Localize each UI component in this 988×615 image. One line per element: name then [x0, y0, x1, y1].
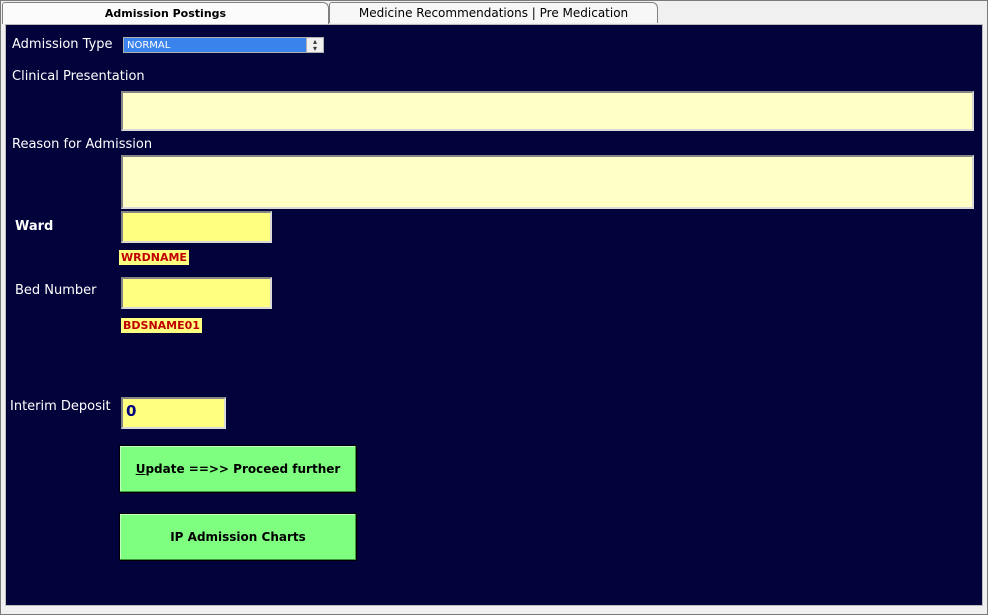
- reason-for-admission-field[interactable]: [121, 155, 974, 209]
- interim-deposit-field[interactable]: 0: [121, 397, 226, 429]
- bed-number-label: Bed Number: [15, 283, 97, 298]
- interim-deposit-value: 0: [126, 402, 137, 420]
- ward-name-tag: WRDNAME: [119, 250, 189, 265]
- update-button-label: pdate ==>> Proceed further: [145, 462, 341, 476]
- admission-type-label: Admission Type: [12, 37, 113, 52]
- bed-name-tag: BDSNAME01: [121, 318, 202, 333]
- bed-number-field[interactable]: [121, 277, 272, 309]
- tab-admission-postings[interactable]: Admission Postings: [2, 2, 329, 24]
- admission-type-value: NORMAL: [127, 40, 171, 51]
- admission-window: Admission Postings Medicine Recommendati…: [0, 0, 988, 615]
- clinical-presentation-field[interactable]: [121, 91, 974, 131]
- interim-deposit-label: Interim Deposit: [10, 399, 111, 414]
- update-hotkey: U: [135, 462, 146, 476]
- ward-field[interactable]: [121, 211, 272, 243]
- admission-type-select[interactable]: NORMAL ▴ ▾: [123, 37, 324, 53]
- admission-postings-panel: Admission Type NORMAL ▴ ▾ Clinical Presen…: [5, 24, 983, 606]
- tab-medicine-recommendations[interactable]: Medicine Recommendations | Pre Medicatio…: [329, 2, 658, 23]
- spinner-arrows-icon[interactable]: ▴ ▾: [306, 38, 323, 53]
- ward-label: Ward: [15, 219, 54, 234]
- ip-admission-charts-button[interactable]: IP Admission Charts: [119, 513, 357, 561]
- clinical-presentation-label: Clinical Presentation: [12, 69, 145, 84]
- reason-for-admission-label: Reason for Admission: [12, 137, 153, 152]
- update-proceed-button[interactable]: Update ==>> Proceed further: [119, 445, 357, 493]
